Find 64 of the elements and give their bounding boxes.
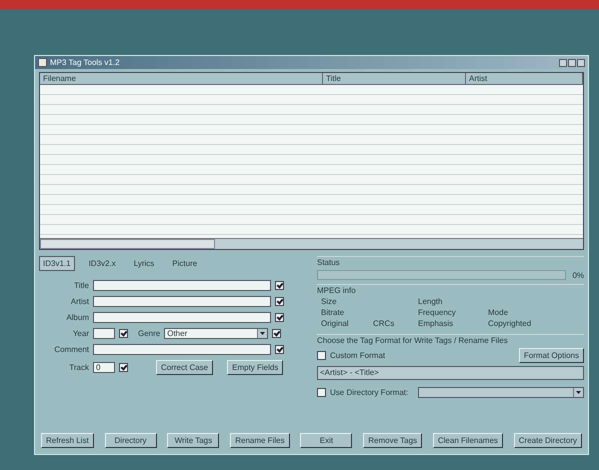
caret-icon [260,332,266,334]
input-field[interactable]: 0 [93,362,115,372]
input-field[interactable] [93,280,271,290]
input-field[interactable] [93,344,271,354]
format-options-button[interactable]: Format Options [518,348,584,363]
correct-case-button[interactable]: Correct Case [156,360,214,374]
info-label: Emphasis [418,319,454,328]
field-label: Year [72,328,89,338]
info-label: Frequency [418,308,457,317]
field-label: Comment [53,344,89,354]
file-list[interactable]: Filename Title Artist [39,72,584,250]
tab[interactable]: Picture [168,256,202,271]
action-button[interactable]: Write Tags [167,433,220,448]
field-label: Artist [70,296,89,306]
action-button[interactable]: Remove Tags [363,433,422,448]
group-label: Choose the Tag Format for Write Tags / Rename Files [317,336,509,345]
info-label: Copyrighted [488,319,532,328]
tab[interactable]: Lyrics [130,256,158,271]
format-pattern-field[interactable]: <Artist> - <Title> [317,366,584,380]
action-button[interactable]: Create Directory [514,433,582,448]
action-button[interactable]: Exit [300,433,352,448]
info-label: Size [321,297,338,306]
info-label: Bitrate [321,308,346,317]
directory-format-dropdown[interactable] [418,387,584,398]
field-label: Album [65,312,89,322]
checkbox[interactable] [275,296,284,306]
checkbox-label: Custom Format [330,351,386,360]
tab[interactable]: ID3v1.1 [39,256,75,271]
action-button[interactable]: Clean Filenames [432,433,503,448]
info-label: Length [418,297,444,306]
checkbox[interactable] [119,362,128,372]
checkbox[interactable] [317,388,326,397]
input-field[interactable] [93,328,115,338]
checkbox[interactable] [275,312,284,322]
checkbox[interactable] [275,280,284,290]
field-label: Track [68,362,89,372]
action-button[interactable]: Directory [104,433,157,448]
group-label: Status [317,258,341,267]
field-label: Genre [138,328,160,338]
action-button[interactable]: Refresh List [41,433,94,448]
progress-reading: 0% [572,270,584,280]
empty-fields-button[interactable]: Empty Fields [227,360,284,374]
field-label: Title [73,280,89,290]
genre-dropdown[interactable]: Other [164,328,268,338]
info-label: Mode [488,308,510,317]
checkbox[interactable] [317,351,326,360]
maximize-button[interactable] [568,58,576,66]
info-label: Original [321,319,350,328]
info-label: CRCs [373,319,396,328]
checkbox[interactable] [275,344,284,354]
close-button[interactable] [577,58,585,66]
checkbox[interactable] [272,328,282,338]
horizontal-scrollbar[interactable] [40,238,583,249]
app-icon [38,58,47,67]
action-button[interactable]: Rename Files [230,433,290,448]
checkbox-label: Use Directory Format: [330,388,408,397]
caret-icon [576,391,581,394]
input-field[interactable] [93,312,271,322]
checkbox[interactable] [119,328,128,338]
group-label: MPEG info [317,286,357,295]
window-title: MP3 Tag Tools v1.2 [50,58,121,67]
minimize-button[interactable] [559,58,567,66]
tab[interactable]: ID3v2.x [84,256,120,271]
input-field[interactable] [93,296,271,306]
